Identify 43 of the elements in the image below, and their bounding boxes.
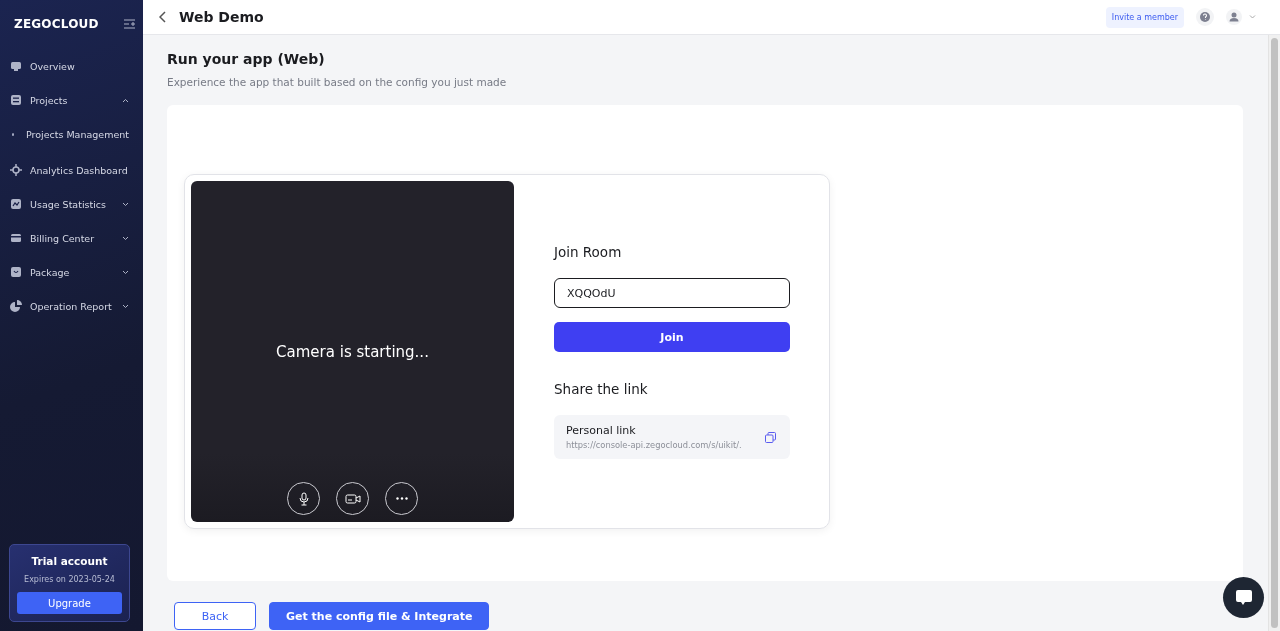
invite-member-button[interactable]: Invite a member: [1105, 6, 1184, 28]
nav-item[interactable]: Package: [0, 255, 143, 289]
page-subtitle: Experience the app that built based on the config you just made: [167, 76, 508, 88]
join-button[interactable]: Join: [554, 322, 790, 352]
nav-item[interactable]: Analytics Dashboard: [0, 153, 143, 187]
copy-icon[interactable]: [765, 431, 776, 443]
back-icon[interactable]: [159, 11, 167, 23]
collapse-menu-icon[interactable]: [124, 19, 135, 29]
back-button[interactable]: Back: [174, 602, 256, 630]
link-url: https://console-api.zegocloud.com/s/uikit/.: [566, 440, 743, 450]
expiry-date: Expires on 2023-05-24: [24, 575, 115, 584]
monitor-icon: [10, 60, 22, 72]
chat-button[interactable]: [1223, 577, 1264, 618]
user-avatar-icon[interactable]: [1226, 9, 1256, 25]
scrollbar-thumb[interactable]: [1271, 38, 1278, 628]
page-title: Run your app (Web): [167, 51, 326, 67]
chart-icon: [10, 198, 22, 210]
list-icon: [10, 94, 22, 106]
link-label: Personal link: [566, 424, 637, 437]
nav-item[interactable]: Projects: [0, 83, 143, 117]
share-link-title: Share the link: [554, 381, 649, 397]
pie-chart-icon: [10, 300, 22, 312]
more-icon: [395, 497, 408, 500]
nav-item[interactable]: Usage Statistics: [0, 187, 143, 221]
help-icon[interactable]: [1196, 8, 1214, 26]
compass-icon: [10, 164, 22, 176]
camera-status: Camera is starting...: [276, 343, 429, 363]
join-room-title: Join Room: [554, 244, 623, 260]
nav-subitem[interactable]: Projects Management: [0, 117, 143, 151]
upgrade-button[interactable]: Upgrade: [17, 592, 122, 614]
nav-item[interactable]: Overview: [0, 49, 143, 83]
integrate-button[interactable]: Get the config file & Integrate: [269, 602, 490, 630]
nav-item[interactable]: Billing Center: [0, 221, 143, 255]
logo: ZEGOCLOUD: [14, 17, 99, 31]
room-id-field[interactable]: XQQOdU: [554, 278, 790, 308]
card-icon: [10, 232, 22, 244]
trial-title: Trial account: [31, 555, 108, 567]
box-icon: [10, 266, 22, 278]
microphone-icon: [297, 491, 310, 506]
page-header-title: Web Demo: [179, 9, 265, 25]
video-camera-icon: [344, 492, 361, 505]
chat-icon: [1234, 589, 1253, 606]
nav-item[interactable]: Operation Report: [0, 289, 143, 323]
